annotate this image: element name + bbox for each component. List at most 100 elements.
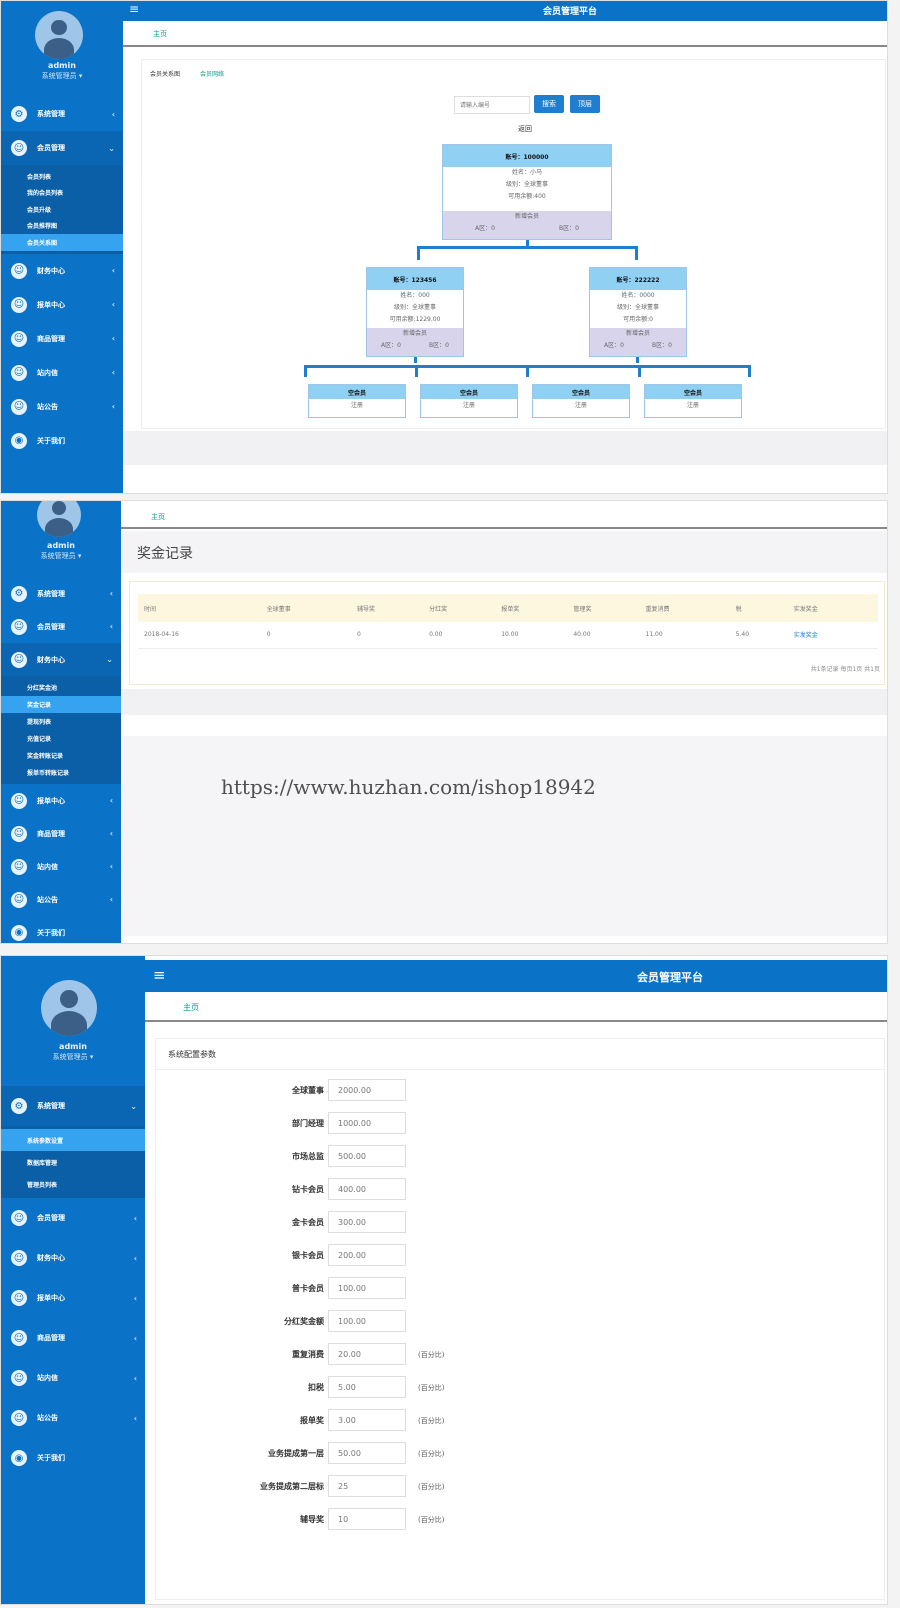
submenu-item[interactable]: 会员推荐图 [1, 218, 123, 235]
setting-row: 辅导奖 (百分比) [156, 1508, 884, 1532]
setting-input[interactable] [328, 1277, 406, 1299]
menu-item[interactable]: ☺ 会员管理 ‹ [1, 1198, 145, 1238]
top-bar: ≡ 会员管理平台 [145, 960, 887, 992]
empty-member-slot[interactable]: 空会员 注册 [308, 384, 406, 418]
menu-item[interactable]: ☺ 站公告 ‹ [1, 390, 123, 424]
search-button[interactable]: 搜索 [534, 95, 564, 113]
submenu-item[interactable]: 奖金记录 [1, 696, 121, 713]
menu-item[interactable]: ⚙ 系统管理 ‹ [1, 577, 121, 610]
menu-item[interactable]: ☺ 商品管理 ‹ [1, 1318, 145, 1358]
user-role[interactable]: 系统管理员 ▾ [1, 551, 121, 561]
chevron-left-icon: ‹ [133, 1333, 137, 1343]
setting-input[interactable] [328, 1244, 406, 1266]
tab-home[interactable]: 主页 [183, 1002, 199, 1013]
setting-unit: (百分比) [418, 1417, 445, 1425]
menu-item-label: 关于我们 [37, 1454, 65, 1462]
tab-home[interactable]: 主页 [151, 512, 165, 522]
submenu-item[interactable]: 报单币转账记录 [1, 764, 121, 781]
menu-item[interactable]: ☺ 会员管理 ⌄ [1, 131, 123, 165]
setting-input[interactable] [328, 1508, 406, 1530]
back-link[interactable]: 返回 [518, 124, 532, 134]
tab-member-relation[interactable]: 会员关系图 [150, 69, 180, 78]
register-link[interactable]: 注册 [533, 399, 629, 413]
submenu-item[interactable]: 分红奖金池 [1, 679, 121, 696]
menu-item[interactable]: ☺ 报单中心 ‹ [1, 784, 121, 817]
menu-item[interactable]: ☺ 会员管理 ‹ [1, 610, 121, 643]
setting-label: 报单奖 [300, 1416, 324, 1425]
menu-item[interactable]: ☺ 商品管理 ‹ [1, 817, 121, 850]
menu-item[interactable]: ☺ 报单中心 ‹ [1, 1278, 145, 1318]
menu-item-label: 系统管理 [37, 110, 65, 118]
menu-item[interactable]: ☺ 财务中心 ‹ [1, 1238, 145, 1278]
submenu-item[interactable]: 充值记录 [1, 730, 121, 747]
node-areas: A区：0 B区：0 [590, 340, 686, 352]
setting-input[interactable] [328, 1079, 406, 1101]
add-member-link[interactable]: 新增会员 [443, 211, 611, 223]
column-header: 税 [735, 605, 742, 613]
setting-input[interactable] [328, 1211, 406, 1233]
setting-input[interactable] [328, 1376, 406, 1398]
register-link[interactable]: 注册 [309, 399, 405, 413]
menu-item[interactable]: ◉ 关于我们 [1, 424, 123, 458]
menu-item[interactable]: ☺ 站公告 ‹ [1, 883, 121, 916]
submenu-item[interactable]: 会员升级 [1, 201, 123, 218]
screenshot-bonus-records: admin 系统管理员 ▾ ⚙ 系统管理 ‹ ☺ 会员管理 ‹ ☺ 财务中心 ⌄ 分红奖金池 奖金记… [0, 500, 888, 944]
tab-member-network[interactable]: 会员网络 [200, 69, 224, 78]
setting-input[interactable] [328, 1343, 406, 1365]
top-level-button[interactable]: 顶层 [570, 95, 600, 113]
empty-member-slot[interactable]: 空会员 注册 [532, 384, 630, 418]
submenu-item[interactable]: 管理员列表 [1, 1173, 145, 1195]
menu-item-label: 会员管理 [37, 1214, 65, 1222]
chevron-left-icon: ‹ [111, 334, 115, 343]
add-member-link[interactable]: 新增会员 [590, 328, 686, 340]
search-input[interactable] [454, 96, 530, 114]
menu-item[interactable]: ⚙ 系统管理 ⌄ [1, 1086, 145, 1126]
node-id: 账号：123456 [367, 268, 463, 290]
empty-member-slot[interactable]: 空会员 注册 [420, 384, 518, 418]
submenu-item[interactable]: 奖金转账记录 [1, 747, 121, 764]
setting-input[interactable] [328, 1475, 406, 1497]
tab-home[interactable]: 主页 [153, 29, 167, 39]
node-areas: A区：0 B区：0 [443, 223, 611, 235]
menu-item[interactable]: ☺ 站内信 ‹ [1, 1358, 145, 1398]
submenu-item[interactable]: 会员列表 [1, 168, 123, 185]
menu-item[interactable]: ⚙ 系统管理 ‹ [1, 97, 123, 131]
setting-input[interactable] [328, 1112, 406, 1134]
table-row: 2018-04-16 0 0 0.00 10.00 40.00 11.00 5.40 实发奖金 [138, 622, 878, 648]
detail-link[interactable]: 实发奖金 [788, 622, 878, 648]
tree-connector [304, 365, 307, 377]
menu-item[interactable]: ◉ 关于我们 [1, 1438, 145, 1478]
menu-toggle-icon[interactable]: ≡ [129, 2, 139, 16]
setting-input[interactable] [328, 1409, 406, 1431]
setting-label: 扣税 [308, 1383, 324, 1392]
submenu-item[interactable]: 数据库管理 [1, 1151, 145, 1173]
setting-input[interactable] [328, 1310, 406, 1332]
setting-input[interactable] [328, 1145, 406, 1167]
user-icon: ☺ [11, 618, 27, 635]
menu-item-label: 会员管理 [37, 622, 65, 631]
user-role[interactable]: 系统管理员 ▾ [1, 1052, 145, 1062]
menu-item[interactable]: ☺ 站公告 ‹ [1, 1398, 145, 1438]
node-level: 级别：全球董事 [505, 181, 548, 188]
submenu-item[interactable]: 我的会员列表 [1, 185, 123, 202]
add-member-link[interactable]: 新增会员 [367, 328, 463, 340]
setting-input[interactable] [328, 1178, 406, 1200]
menu-toggle-icon[interactable]: ≡ [153, 966, 166, 984]
submenu-item[interactable]: 会员关系图 [1, 234, 123, 251]
submenu-item[interactable]: 系统参数设置 [1, 1129, 145, 1151]
menu-item[interactable]: ☺ 财务中心 ‹ [1, 254, 123, 288]
register-link[interactable]: 注册 [421, 399, 517, 413]
setting-input[interactable] [328, 1442, 406, 1464]
menu-item[interactable]: ☺ 财务中心 ⌄ [1, 643, 121, 676]
area-a: A区：0 [475, 225, 495, 232]
register-link[interactable]: 注册 [645, 399, 741, 413]
menu-item[interactable]: ◉ 关于我们 [1, 916, 121, 943]
menu-item[interactable]: ☺ 商品管理 ‹ [1, 322, 123, 356]
menu-item[interactable]: ☺ 报单中心 ‹ [1, 288, 123, 322]
menu-item[interactable]: ☺ 站内信 ‹ [1, 850, 121, 883]
menu-item-label: 关于我们 [37, 436, 65, 445]
menu-item[interactable]: ☺ 站内信 ‹ [1, 356, 123, 390]
submenu-item[interactable]: 提现列表 [1, 713, 121, 730]
user-role[interactable]: 系统管理员 ▾ [1, 71, 123, 81]
empty-member-slot[interactable]: 空会员 注册 [644, 384, 742, 418]
